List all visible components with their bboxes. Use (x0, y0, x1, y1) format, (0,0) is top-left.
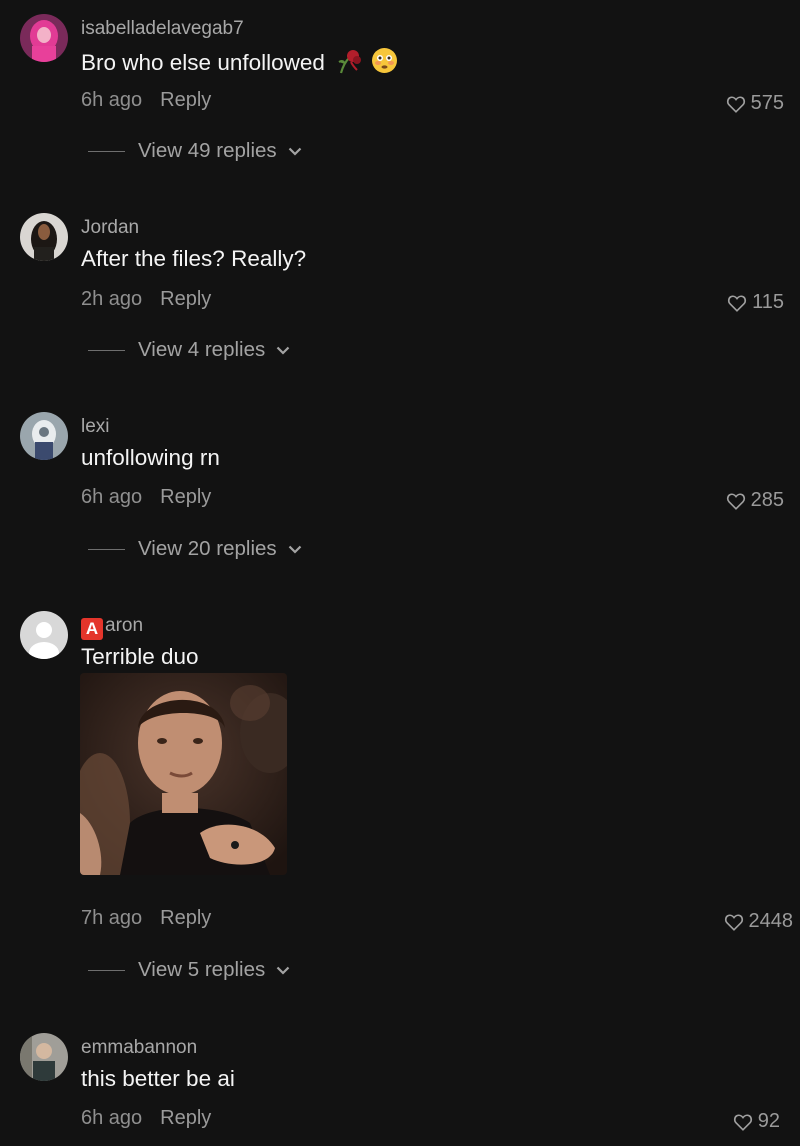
view-replies-button[interactable]: View 49 replies (88, 139, 302, 163)
like-button[interactable]: 575 (726, 92, 784, 115)
divider (88, 969, 125, 971)
flushed-face-emoji-icon (371, 47, 398, 80)
view-replies-label: View 49 replies (138, 139, 277, 162)
chevron-down-icon (276, 346, 290, 355)
avatar[interactable] (20, 14, 68, 62)
like-count: 575 (750, 92, 784, 114)
divider (88, 548, 125, 550)
comment-text-content: Bro who else unfollowed (81, 50, 325, 75)
reply-button[interactable]: Reply (160, 907, 211, 929)
username[interactable]: lexi (81, 416, 110, 438)
view-replies-button[interactable]: View 5 replies (88, 958, 290, 982)
comment-text: Bro who else unfollowed (81, 47, 398, 80)
reply-button[interactable]: Reply (160, 1107, 211, 1129)
like-count: 285 (750, 489, 784, 511)
gif-image[interactable] (80, 673, 287, 875)
comment-meta: 7h ago Reply (81, 907, 211, 930)
like-button[interactable]: 2448 (724, 910, 794, 933)
timestamp: 7h ago (81, 907, 143, 929)
comment-text: Terrible duo (81, 644, 199, 669)
chevron-down-icon (276, 966, 290, 975)
timestamp: 6h ago (81, 89, 143, 111)
username[interactable]: Aaron (81, 615, 143, 640)
like-button[interactable]: 285 (726, 489, 784, 512)
like-button[interactable]: 92 (733, 1110, 780, 1133)
chevron-down-icon (288, 147, 301, 156)
view-replies-label: View 4 replies (138, 338, 266, 361)
avatar[interactable] (20, 1033, 68, 1081)
view-replies-button[interactable]: View 4 replies (88, 338, 290, 362)
username[interactable]: emmabannon (81, 1037, 197, 1059)
reply-button[interactable]: Reply (160, 288, 211, 310)
like-count: 92 (757, 1110, 780, 1132)
divider (88, 150, 125, 152)
comment-meta: 6h ago Reply (81, 486, 211, 509)
timestamp: 2h ago (81, 288, 143, 310)
reply-button[interactable]: Reply (160, 486, 211, 508)
heart-icon (724, 913, 743, 931)
username[interactable]: isabelladelavegab7 (81, 18, 244, 40)
comment-text: After the files? Really? (81, 246, 307, 271)
like-button[interactable]: 115 (727, 291, 784, 314)
comment-meta: 6h ago Reply (81, 1107, 211, 1130)
like-count: 2448 (748, 910, 794, 932)
reply-button[interactable]: Reply (160, 89, 211, 111)
timestamp: 6h ago (81, 486, 143, 508)
comment-meta: 2h ago Reply (81, 288, 211, 311)
timestamp: 6h ago (81, 1107, 143, 1129)
heart-icon (726, 492, 745, 510)
divider (88, 349, 125, 351)
avatar[interactable] (20, 611, 68, 659)
letter-a-badge-icon: A (81, 618, 103, 640)
heart-icon (726, 95, 745, 113)
username[interactable]: Jordan (81, 217, 139, 239)
view-replies-label: View 5 replies (138, 958, 266, 981)
avatar[interactable] (20, 213, 68, 261)
username-text: aron (105, 615, 144, 636)
view-replies-button[interactable]: View 20 replies (88, 537, 302, 561)
avatar[interactable] (20, 412, 68, 460)
like-count: 115 (752, 291, 784, 313)
comment-meta: 6h ago Reply (81, 89, 211, 112)
comment-text: this better be ai (81, 1066, 235, 1091)
comment-text: unfollowing rn (81, 445, 220, 470)
heart-icon (733, 1113, 752, 1131)
heart-icon (728, 294, 747, 312)
wilted-rose-emoji-icon (335, 48, 365, 80)
view-replies-label: View 20 replies (138, 537, 277, 560)
chevron-down-icon (288, 545, 301, 554)
